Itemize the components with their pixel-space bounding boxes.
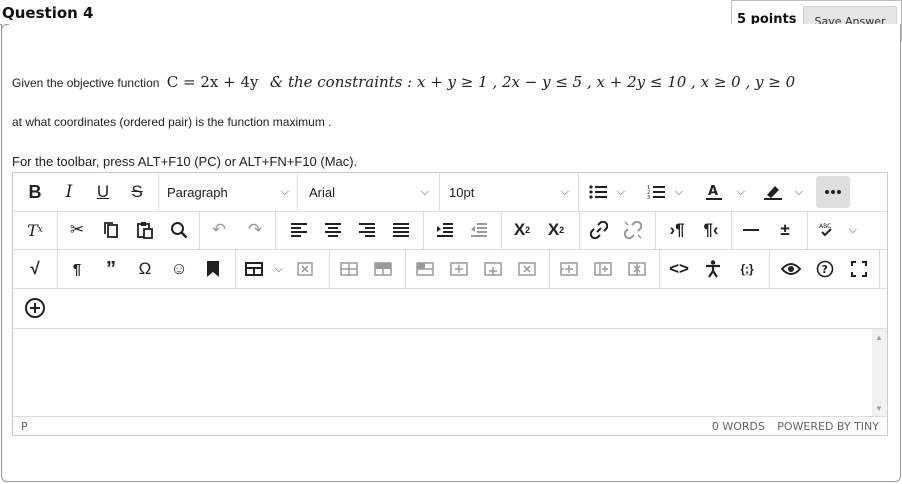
word-count[interactable]: 0 WORDS	[712, 420, 765, 433]
insert-row-before-icon[interactable]	[411, 253, 439, 285]
italic-icon[interactable]: I	[55, 176, 83, 208]
link-icon[interactable]	[585, 214, 613, 246]
fullscreen-icon[interactable]	[845, 253, 873, 285]
delete-table-icon[interactable]	[291, 253, 319, 285]
preview-icon[interactable]	[777, 253, 805, 285]
numbered-list-icon[interactable]: 123 ⌵	[643, 176, 687, 208]
indent-icon[interactable]	[431, 214, 459, 246]
find-icon[interactable]	[165, 214, 193, 246]
scroll-down-icon[interactable]: ▼	[875, 404, 883, 413]
svg-text:?: ?	[822, 263, 828, 276]
svg-text:3: 3	[647, 195, 650, 200]
plus-minus-icon[interactable]: ±	[771, 214, 799, 246]
math-constraints: & the constraints : x + y ≥ 1 , 2x − y ≤…	[269, 73, 796, 91]
help-icon[interactable]: ?	[811, 253, 839, 285]
element-path[interactable]: P	[21, 420, 28, 433]
toolbar-row-3: √ ¶ ” Ω ☺ ⌵ <> {;} ?	[13, 250, 887, 289]
block-format-select[interactable]: Paragraph ⌵	[163, 176, 295, 208]
subscript-icon[interactable]: X2	[541, 214, 571, 246]
editor-status-bar: P 0 WORDS POWERED BY TINY	[13, 416, 887, 435]
rich-text-editor: B I U S Paragraph ⌵ Arial ⌵ 10pt ⌵ ⌵ 123…	[12, 172, 888, 436]
insert-col-before-icon[interactable]	[479, 253, 507, 285]
spellcheck-icon[interactable]: ABC ⌵	[815, 214, 861, 246]
chevron-down-icon: ⌵	[280, 185, 289, 198]
toolbar-row-2: Tx ✂ ↶ ↷ X 2 X 2 ›¶ ¶‹ ± ABC ⌵	[13, 211, 887, 250]
font-size-select[interactable]: 10pt ⌵	[445, 176, 575, 208]
toolbar-row-1: B I U S Paragraph ⌵ Arial ⌵ 10pt ⌵ ⌵ 123…	[13, 173, 887, 212]
quote-icon[interactable]: ”	[97, 253, 125, 285]
source-code-icon[interactable]: {;}	[733, 253, 761, 285]
editor-scrollbar[interactable]: ▲ ▼	[872, 329, 887, 417]
editor-content-area[interactable]	[13, 328, 887, 418]
pilcrow-icon[interactable]: ¶	[63, 253, 91, 285]
svg-text:A: A	[708, 184, 718, 199]
rtl-icon[interactable]: ¶‹	[697, 214, 725, 246]
code-icon[interactable]: <>	[665, 253, 693, 285]
question-title: Question 4	[2, 4, 94, 22]
align-center-icon[interactable]	[319, 214, 347, 246]
question-prefix: Given the objective function	[12, 76, 160, 90]
toolbar-hint: For the toolbar, press ALT+F10 (PC) or A…	[12, 154, 358, 169]
add-content-icon[interactable]	[21, 292, 49, 324]
horizontal-rule-icon[interactable]	[737, 214, 765, 246]
delete-col-icon[interactable]	[623, 253, 651, 285]
more-icon[interactable]	[816, 176, 850, 208]
superscript-icon[interactable]: X2	[507, 214, 537, 246]
unlink-icon[interactable]	[619, 214, 647, 246]
cell-props-icon[interactable]	[369, 253, 397, 285]
bold-icon[interactable]: B	[21, 176, 49, 208]
omega-icon[interactable]: Ω	[131, 253, 159, 285]
insert-col-after-icon[interactable]	[555, 253, 583, 285]
font-family-select[interactable]: Arial ⌵	[305, 176, 435, 208]
bullet-list-icon[interactable]: ⌵	[585, 176, 629, 208]
emoji-icon[interactable]: ☺	[165, 253, 193, 285]
highlight-icon[interactable]: ⌵	[759, 176, 807, 208]
row-props-icon[interactable]	[335, 253, 363, 285]
math-icon[interactable]: √	[21, 253, 49, 285]
question-text-line2: at what coordinates (ordered pair) is th…	[12, 115, 332, 129]
paste-icon[interactable]	[131, 214, 159, 246]
align-right-icon[interactable]	[353, 214, 381, 246]
redo-icon[interactable]: ↷	[241, 214, 269, 246]
delete-row-icon[interactable]	[513, 253, 541, 285]
align-left-icon[interactable]	[285, 214, 313, 246]
text-color-icon[interactable]: A ⌵	[701, 176, 749, 208]
cut-icon[interactable]: ✂	[63, 214, 91, 246]
insert-row-after-icon[interactable]	[445, 253, 473, 285]
powered-by-link[interactable]: POWERED BY TINY	[777, 420, 879, 433]
clear-format-icon[interactable]: Tx	[21, 214, 49, 246]
svg-text:ABC: ABC	[819, 223, 831, 230]
font-family-value: Arial	[309, 184, 336, 200]
copy-icon[interactable]	[97, 214, 125, 246]
chevron-down-icon: ⌵	[560, 185, 569, 198]
chevron-down-icon: ⌵	[420, 185, 429, 198]
bookmark-icon[interactable]	[199, 253, 227, 285]
justify-icon[interactable]	[387, 214, 415, 246]
ltr-icon[interactable]: ›¶	[663, 214, 691, 246]
undo-icon[interactable]: ↶	[205, 214, 233, 246]
toolbar-row-4	[13, 289, 887, 328]
underline-icon[interactable]: U	[89, 176, 117, 208]
block-format-value: Paragraph	[167, 184, 228, 200]
question-text-line1: Given the objective function C = 2x + 4y…	[12, 73, 795, 91]
accessibility-icon[interactable]	[699, 253, 727, 285]
table-icon[interactable]: ⌵	[241, 253, 287, 285]
scroll-up-icon[interactable]: ▲	[875, 333, 883, 342]
outdent-icon[interactable]	[465, 214, 493, 246]
strikethrough-icon[interactable]: S	[123, 176, 151, 208]
math-objective: C = 2x + 4y	[166, 73, 259, 91]
insert-col-icon[interactable]	[589, 253, 617, 285]
font-size-value: 10pt	[449, 184, 475, 200]
